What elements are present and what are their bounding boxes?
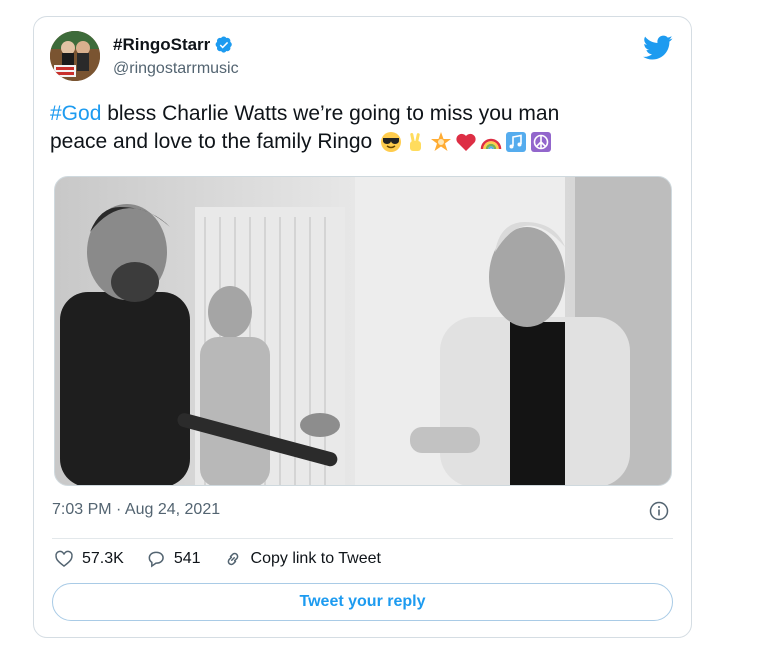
like-button[interactable]: 57.3K	[54, 549, 124, 569]
divider	[52, 538, 673, 539]
display-name[interactable]: #RingoStarr	[113, 35, 210, 55]
hashtag-link[interactable]: #God	[50, 102, 101, 125]
glowing-star-emoji-icon	[430, 131, 452, 153]
author-name-row[interactable]: #RingoStarr	[113, 35, 233, 55]
reply-bubble-icon	[148, 551, 164, 568]
emoji-row	[380, 131, 552, 153]
copy-link-label: Copy link to Tweet	[250, 550, 381, 567]
heart-icon	[55, 550, 73, 568]
copy-link-button[interactable]: Copy link to Tweet	[223, 549, 381, 569]
avatar[interactable]	[50, 31, 100, 81]
tweet-photo[interactable]	[54, 176, 672, 486]
tweet-timestamp[interactable]: 7:03 PM · Aug 24, 2021	[52, 501, 220, 519]
rainbow-emoji-icon	[480, 131, 502, 153]
tweet-text-line2: peace and love to the family Ringo	[50, 130, 373, 153]
tweet-actions: 57.3K 541 Copy link to Tweet	[54, 549, 403, 569]
musical-notes-emoji-icon	[505, 131, 527, 153]
red-heart-emoji-icon	[455, 131, 477, 153]
verified-badge-icon	[215, 36, 233, 53]
link-icon	[227, 552, 238, 566]
twitter-bird-icon[interactable]	[643, 35, 673, 61]
like-count: 57.3K	[82, 550, 124, 567]
info-icon[interactable]	[649, 501, 669, 521]
tweet-card: #RingoStarr @ringostarrmusic #God bless …	[33, 16, 692, 638]
handle[interactable]: @ringostarrmusic	[113, 60, 239, 78]
tweet-text-line1: bless Charlie Watts we’re going to miss …	[101, 102, 560, 125]
tweet-your-reply-button[interactable]: Tweet your reply	[52, 583, 673, 621]
peace-symbol-emoji-icon	[530, 131, 552, 153]
sunglasses-emoji-icon	[380, 131, 402, 153]
tweet-text: #God bless Charlie Watts we’re going to …	[50, 100, 670, 156]
reply-button[interactable]: 541	[146, 549, 201, 569]
reply-count: 541	[173, 550, 201, 567]
victory-hand-emoji-icon	[405, 131, 427, 153]
